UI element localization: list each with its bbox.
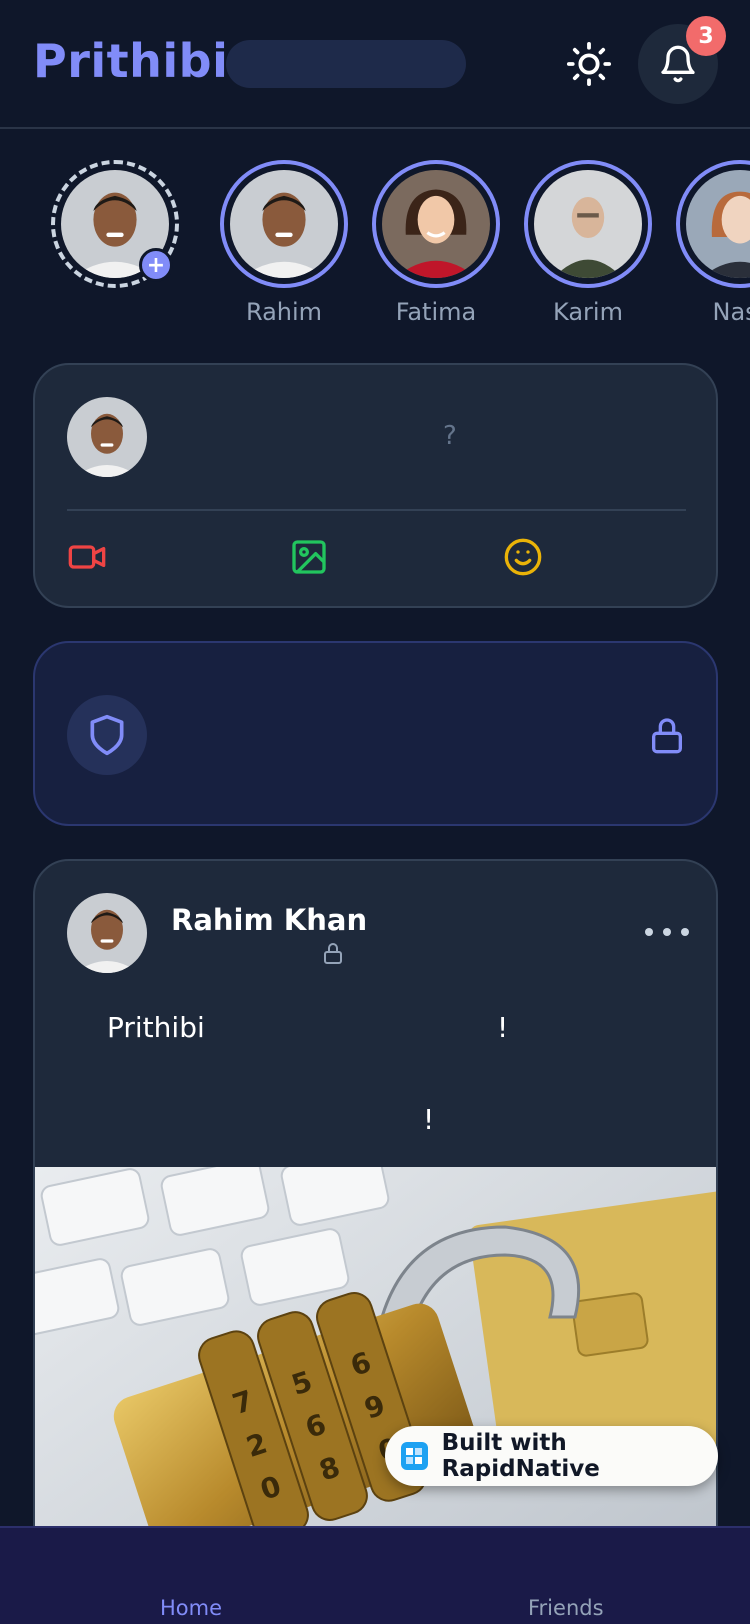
story-item-nasr[interactable]: Nasr xyxy=(675,160,750,326)
story-ring xyxy=(372,160,500,288)
stories-row: + Rahim Fatima Karim Na xyxy=(0,160,750,330)
story-ring xyxy=(676,160,750,288)
nav-item-home[interactable]: Home xyxy=(160,1596,222,1620)
story-name: Fatima xyxy=(395,298,477,326)
composer-input[interactable]: ? xyxy=(443,421,457,451)
story-name: Karim xyxy=(553,298,623,326)
post-card: Rahim Khan Prithibi ! ! 7 2 0 5 6 8 6 9 xyxy=(33,859,718,1624)
add-story-plus-icon: + xyxy=(139,248,173,282)
story-item-rahim[interactable]: Rahim xyxy=(219,160,349,326)
built-with-label: Built with RapidNative xyxy=(441,1430,600,1482)
avatar xyxy=(67,397,147,477)
more-dots-icon xyxy=(645,928,653,936)
story-ring xyxy=(524,160,652,288)
more-options-button[interactable] xyxy=(645,917,689,947)
lock-icon xyxy=(652,718,682,754)
built-with-badge[interactable]: Built with RapidNative xyxy=(385,1426,718,1486)
post-composer: ? xyxy=(33,363,718,608)
post-text-line: ! xyxy=(423,1103,435,1136)
sun-icon xyxy=(566,41,612,87)
avatar xyxy=(382,170,490,278)
lock-icon xyxy=(324,943,342,964)
avatar xyxy=(230,170,338,278)
post-text-line: ! xyxy=(497,1011,509,1044)
add-feeling-button[interactable] xyxy=(501,535,545,579)
divider xyxy=(67,509,686,511)
post-text-line: Prithibi xyxy=(107,1011,205,1044)
post-author-name[interactable]: Rahim Khan xyxy=(171,903,367,937)
avatar[interactable] xyxy=(67,893,147,973)
emoji-icon xyxy=(504,538,542,576)
story-item-karim[interactable]: Karim xyxy=(523,160,653,326)
app-header: Prithibi 3 xyxy=(0,0,750,129)
story-ring xyxy=(220,160,348,288)
story-name: Nasr xyxy=(712,298,750,326)
shield-icon xyxy=(90,714,124,756)
shield-badge xyxy=(67,695,147,775)
avatar xyxy=(686,170,750,278)
add-story-ring: + xyxy=(51,160,179,288)
security-lock-button[interactable] xyxy=(645,713,689,757)
video-icon xyxy=(68,545,106,569)
notification-badge: 3 xyxy=(686,16,726,56)
add-story[interactable]: + xyxy=(50,160,180,288)
add-video-button[interactable] xyxy=(65,535,109,579)
security-card[interactable] xyxy=(33,641,718,826)
image-icon xyxy=(292,540,326,574)
rapidnative-logo-icon xyxy=(401,1442,428,1470)
bottom-navigation: Home Friends xyxy=(0,1526,750,1624)
nav-item-friends[interactable]: Friends xyxy=(528,1596,604,1620)
avatar xyxy=(534,170,642,278)
theme-toggle-button[interactable] xyxy=(565,40,613,88)
story-name: Rahim xyxy=(245,298,323,326)
story-item-fatima[interactable]: Fatima xyxy=(371,160,501,326)
app-logo[interactable]: Prithibi xyxy=(33,34,228,88)
add-photo-button[interactable] xyxy=(287,535,331,579)
search-bar[interactable] xyxy=(226,40,466,88)
post-privacy-indicator xyxy=(321,941,345,965)
